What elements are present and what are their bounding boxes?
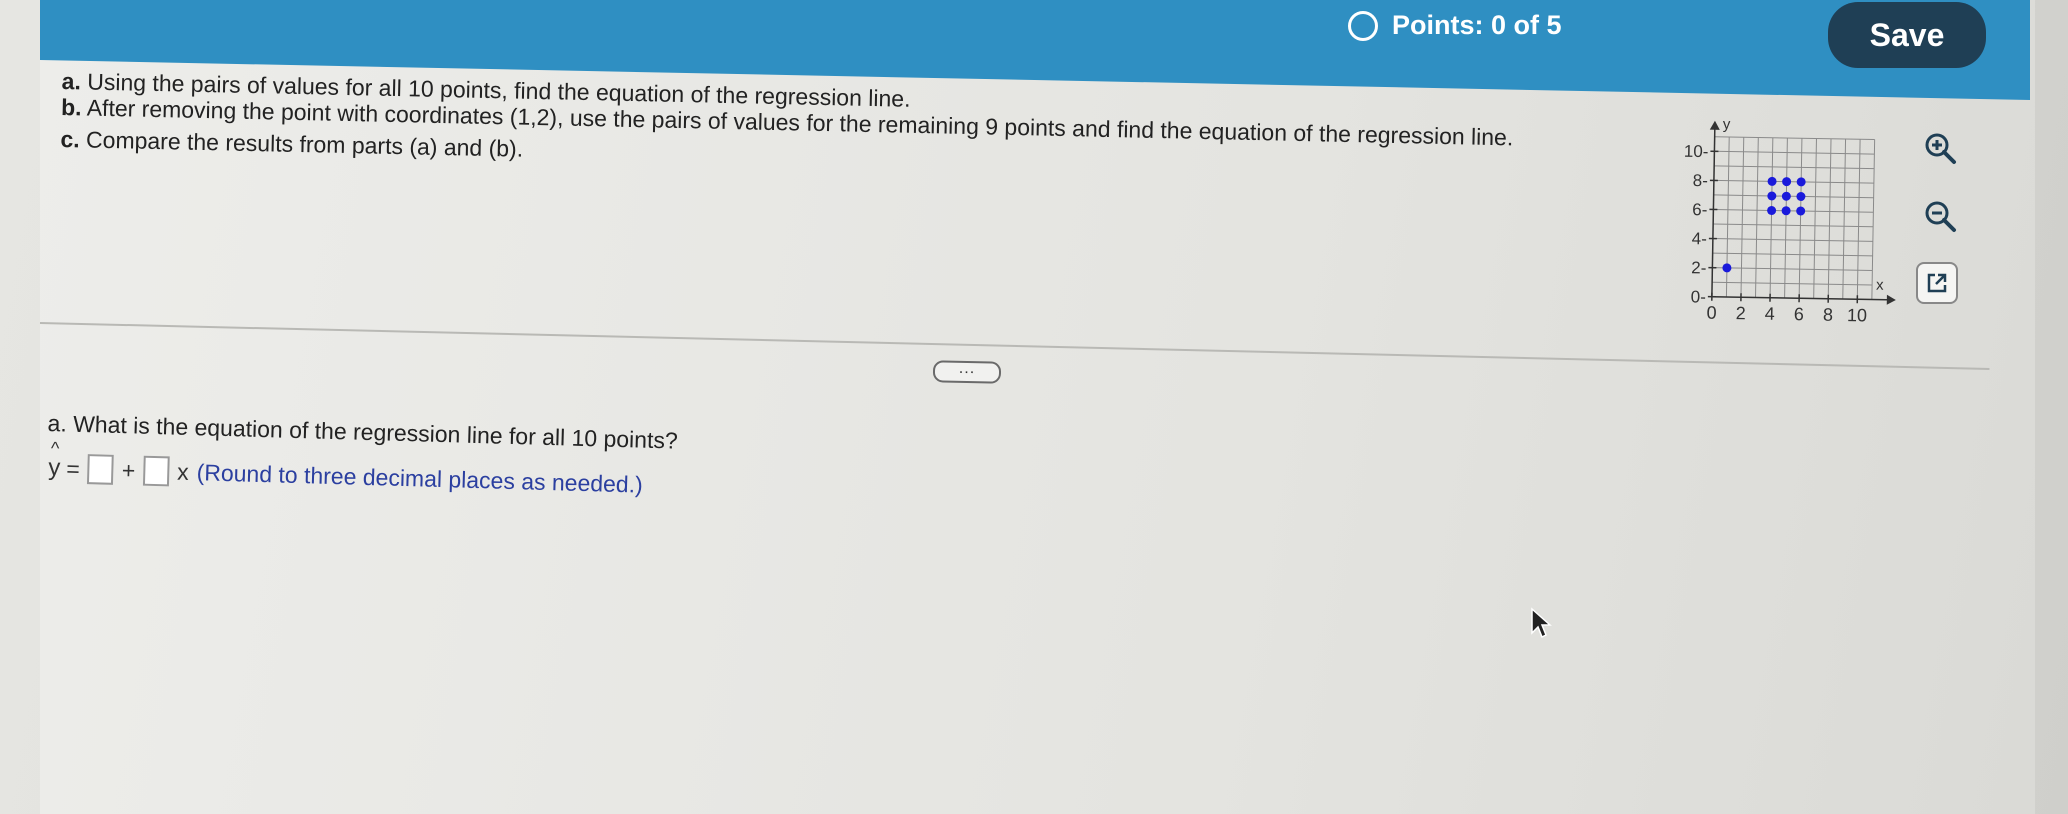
grid-line-vertical: [1755, 137, 1759, 298]
grid-line-horizontal: [1712, 252, 1873, 257]
grid-line-horizontal: [1714, 136, 1875, 141]
intercept-input[interactable]: [87, 454, 115, 485]
grid-line-horizontal: [1713, 208, 1874, 213]
grid-line-horizontal: [1712, 281, 1873, 286]
zoom-in-button[interactable]: [1918, 126, 1962, 170]
grid-line-vertical: [1769, 137, 1774, 298]
zoom-out-button[interactable]: [1918, 194, 1962, 238]
popout-button[interactable]: [1916, 262, 1958, 304]
data-point: [1722, 263, 1732, 273]
data-point: [1782, 177, 1792, 187]
x-tick-label: 4: [1765, 304, 1775, 324]
x-axis: [1711, 295, 1894, 301]
y-axis-arrow: [1709, 120, 1720, 130]
data-point: [1796, 177, 1806, 187]
slope-input[interactable]: [142, 455, 170, 487]
grid-line-horizontal: [1713, 179, 1874, 184]
grid-line-horizontal: [1713, 223, 1874, 228]
grid-line-vertical: [1725, 137, 1730, 297]
grid-line-horizontal: [1712, 238, 1873, 242]
grid-line-vertical: [1842, 139, 1847, 300]
data-point: [1781, 191, 1791, 201]
y-tick-label: 6-: [1692, 200, 1707, 219]
grid-line-vertical: [1740, 137, 1745, 298]
y-tick-label: 0-: [1691, 287, 1706, 306]
grid-line-vertical: [1856, 139, 1861, 300]
points-label: Points: 0 of 5: [1392, 10, 1562, 40]
x-tick-label: 2: [1736, 303, 1746, 323]
status-circle-icon: [1348, 10, 1378, 41]
points-status: Points: 0 of 5: [1348, 10, 1562, 41]
grid-line-horizontal: [1714, 165, 1875, 170]
grid-line-horizontal: [1714, 150, 1875, 155]
zoom-in-icon: [1925, 133, 1956, 164]
y-tick-label: 4-: [1692, 229, 1707, 248]
data-point: [1767, 191, 1777, 201]
grid-line-horizontal: [1713, 194, 1874, 199]
grid-line-vertical: [1827, 138, 1832, 299]
grid-line-vertical: [1871, 139, 1876, 300]
grid-line-vertical: [1813, 138, 1817, 299]
scatter-plot: x y 0 2 4 6 8 10 0- 2- 4- 6- 8- 10-: [1663, 116, 1907, 350]
grid-line-horizontal: [1712, 267, 1873, 271]
save-button[interactable]: Save: [1828, 2, 1986, 68]
x-tick-label: 10: [1847, 305, 1867, 325]
x-tick-label: 6: [1794, 304, 1804, 324]
data-point: [1796, 191, 1806, 201]
y-tick-label: 8-: [1693, 171, 1708, 190]
x-variable: x: [176, 458, 190, 485]
y-tick-label: 10-: [1684, 142, 1709, 161]
scatter-plot-svg: x y 0 2 4 6 8 10 0- 2- 4- 6- 8- 10-: [1684, 116, 1896, 325]
data-point: [1767, 176, 1777, 186]
plus-sign: +: [121, 456, 136, 483]
data-point: [1796, 206, 1806, 216]
equals-sign: =: [66, 455, 81, 482]
y-tick-label: 2-: [1691, 258, 1706, 277]
data-point: [1767, 205, 1777, 215]
grid-line-vertical: [1784, 138, 1788, 299]
x-axis-arrow: [1886, 294, 1896, 305]
grid-line-vertical: [1798, 138, 1803, 299]
zoom-out-icon: [1925, 201, 1956, 232]
x-tick-label: 8: [1823, 305, 1833, 325]
data-point: [1781, 206, 1791, 216]
show-more-button[interactable]: ...: [932, 360, 1002, 384]
popout-icon: [1927, 273, 1947, 293]
y-axis-label: y: [1723, 116, 1731, 133]
x-tick-label: 0: [1706, 303, 1716, 323]
y-hat-symbol: ^ y: [48, 438, 61, 482]
mouse-cursor-icon: [1531, 607, 1552, 639]
x-axis-label: x: [1876, 277, 1884, 294]
